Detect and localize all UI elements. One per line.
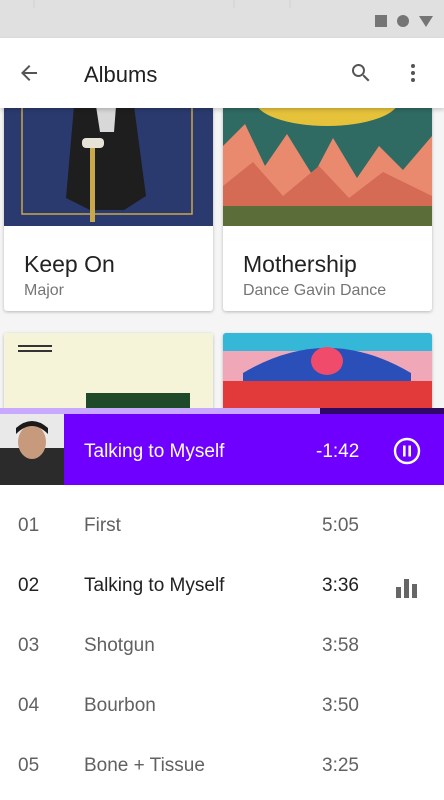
more-vert-icon: [411, 64, 415, 82]
app-bar: Albums: [0, 38, 444, 108]
album-artist: Dance Gavin Dance: [243, 282, 387, 299]
page-title: Albums: [84, 62, 158, 87]
square-icon: [375, 15, 387, 27]
album-artist: Major: [24, 282, 65, 299]
track-name: Talking to Myself: [84, 575, 225, 596]
search-button[interactable]: [344, 56, 378, 90]
back-arrow-icon: [21, 65, 37, 81]
album-art-3: [4, 333, 213, 408]
track-list: 01 First 5:05 02 Talking to Myself 3:36 …: [0, 485, 444, 800]
album-grid[interactable]: Keep On Major Mothership Dance Gavin Dan…: [0, 108, 444, 408]
album-art-4: [223, 333, 432, 408]
track-name: First: [84, 515, 121, 536]
album-art-mothership: [223, 108, 432, 226]
track-row[interactable]: 05 Bone + Tissue 3:25: [0, 725, 444, 785]
equalizer-icon: [396, 579, 417, 598]
track-duration: 3:25: [322, 755, 359, 776]
track-duration: 3:58: [322, 635, 359, 656]
album-title: Mothership: [243, 251, 357, 277]
back-button[interactable]: [12, 56, 46, 90]
now-playing-time-remaining: -1:42: [316, 441, 360, 462]
status-bar-dividers: [33, 0, 291, 8]
album-card-3[interactable]: [4, 333, 213, 408]
track-duration: 3:36: [322, 575, 359, 596]
track-number: 01: [18, 515, 40, 536]
album-card-mothership[interactable]: Mothership Dance Gavin Dance: [223, 108, 432, 311]
album-title: Keep On: [24, 251, 115, 277]
triangle-icon: [419, 16, 433, 27]
track-row-playing[interactable]: 02 Talking to Myself 3:36: [0, 545, 444, 605]
now-playing-title: Talking to Myself: [84, 441, 225, 462]
more-options-button[interactable]: [396, 56, 430, 90]
track-name: Bone + Tissue: [84, 755, 205, 776]
track-number: 03: [18, 635, 40, 656]
track-duration: 5:05: [322, 515, 359, 536]
track-duration: 3:50: [322, 695, 359, 716]
circle-icon: [397, 15, 409, 27]
playback-progress[interactable]: [0, 408, 444, 414]
album-art-keep-on: [4, 108, 213, 226]
track-number: 05: [18, 755, 40, 776]
pause-icon[interactable]: [392, 436, 422, 466]
track-name: Shotgun: [84, 635, 155, 656]
status-bar: [0, 0, 444, 38]
track-row[interactable]: 04 Bourbon 3:50: [0, 665, 444, 725]
now-playing-album-art: [0, 414, 64, 485]
track-number: 04: [18, 695, 40, 716]
now-playing-bar[interactable]: Talking to Myself -1:42: [0, 408, 444, 485]
album-card-4[interactable]: [223, 333, 432, 408]
track-row[interactable]: 01 First 5:05: [0, 485, 444, 545]
track-row[interactable]: 03 Shotgun 3:58: [0, 605, 444, 665]
search-icon: [352, 64, 370, 82]
track-number: 02: [18, 575, 40, 596]
track-name: Bourbon: [84, 695, 156, 716]
album-card-keep-on[interactable]: Keep On Major: [4, 108, 213, 311]
